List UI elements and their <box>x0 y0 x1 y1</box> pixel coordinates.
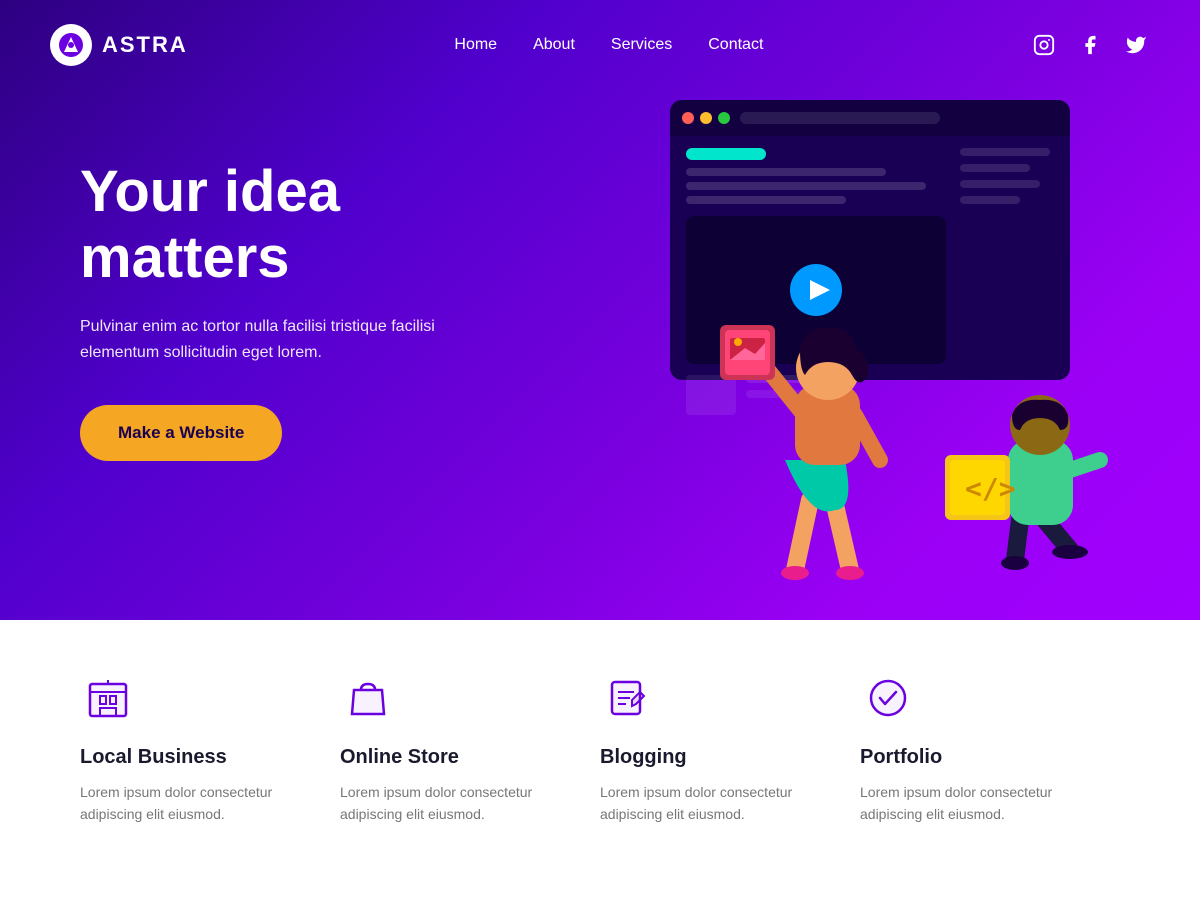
nav-home[interactable]: Home <box>454 36 497 54</box>
service-title-local-business: Local Business <box>80 746 320 769</box>
nav-about[interactable]: About <box>533 36 575 54</box>
service-desc-portfolio: Lorem ipsum dolor consectetur adipiscing… <box>860 781 1100 826</box>
hero-illustration: </> <box>590 80 1170 580</box>
logo-area: ASTRA <box>50 24 188 66</box>
facebook-icon[interactable] <box>1076 31 1104 59</box>
building-icon <box>80 670 136 726</box>
service-desc-online-store: Lorem ipsum dolor consectetur adipiscing… <box>340 781 580 826</box>
service-title-blogging: Blogging <box>600 746 840 769</box>
hero-title: Your idea matters <box>80 159 520 292</box>
main-nav: Home About Services Contact <box>454 36 763 54</box>
hero-content: Your idea matters Pulvinar enim ac torto… <box>0 159 520 462</box>
hero-section: Your idea matters Pulvinar enim ac torto… <box>0 0 1200 620</box>
twitter-icon[interactable] <box>1122 31 1150 59</box>
service-desc-blogging: Lorem ipsum dolor consectetur adipiscing… <box>600 781 840 826</box>
brand-name: ASTRA <box>102 32 188 58</box>
service-card-online-store: Online Store Lorem ipsum dolor consectet… <box>340 670 600 826</box>
check-circle-icon <box>860 670 916 726</box>
service-title-portfolio: Portfolio <box>860 746 1100 769</box>
logo-icon <box>50 24 92 66</box>
service-card-portfolio: Portfolio Lorem ipsum dolor consectetur … <box>860 670 1120 826</box>
bag-icon <box>340 670 396 726</box>
service-card-blogging: Blogging Lorem ipsum dolor consectetur a… <box>600 670 860 826</box>
services-section: Local Business Lorem ipsum dolor consect… <box>0 620 1200 900</box>
edit-icon <box>600 670 656 726</box>
hero-subtitle: Pulvinar enim ac tortor nulla facilisi t… <box>80 314 500 365</box>
social-icons <box>1030 31 1150 59</box>
service-card-local-business: Local Business Lorem ipsum dolor consect… <box>80 670 340 826</box>
svg-text:</>: </> <box>965 472 1016 505</box>
nav-contact[interactable]: Contact <box>708 36 763 54</box>
cta-button[interactable]: Make a Website <box>80 405 282 461</box>
service-title-online-store: Online Store <box>340 746 580 769</box>
service-desc-local-business: Lorem ipsum dolor consectetur adipiscing… <box>80 781 320 826</box>
instagram-icon[interactable] <box>1030 31 1058 59</box>
nav-services[interactable]: Services <box>611 36 672 54</box>
